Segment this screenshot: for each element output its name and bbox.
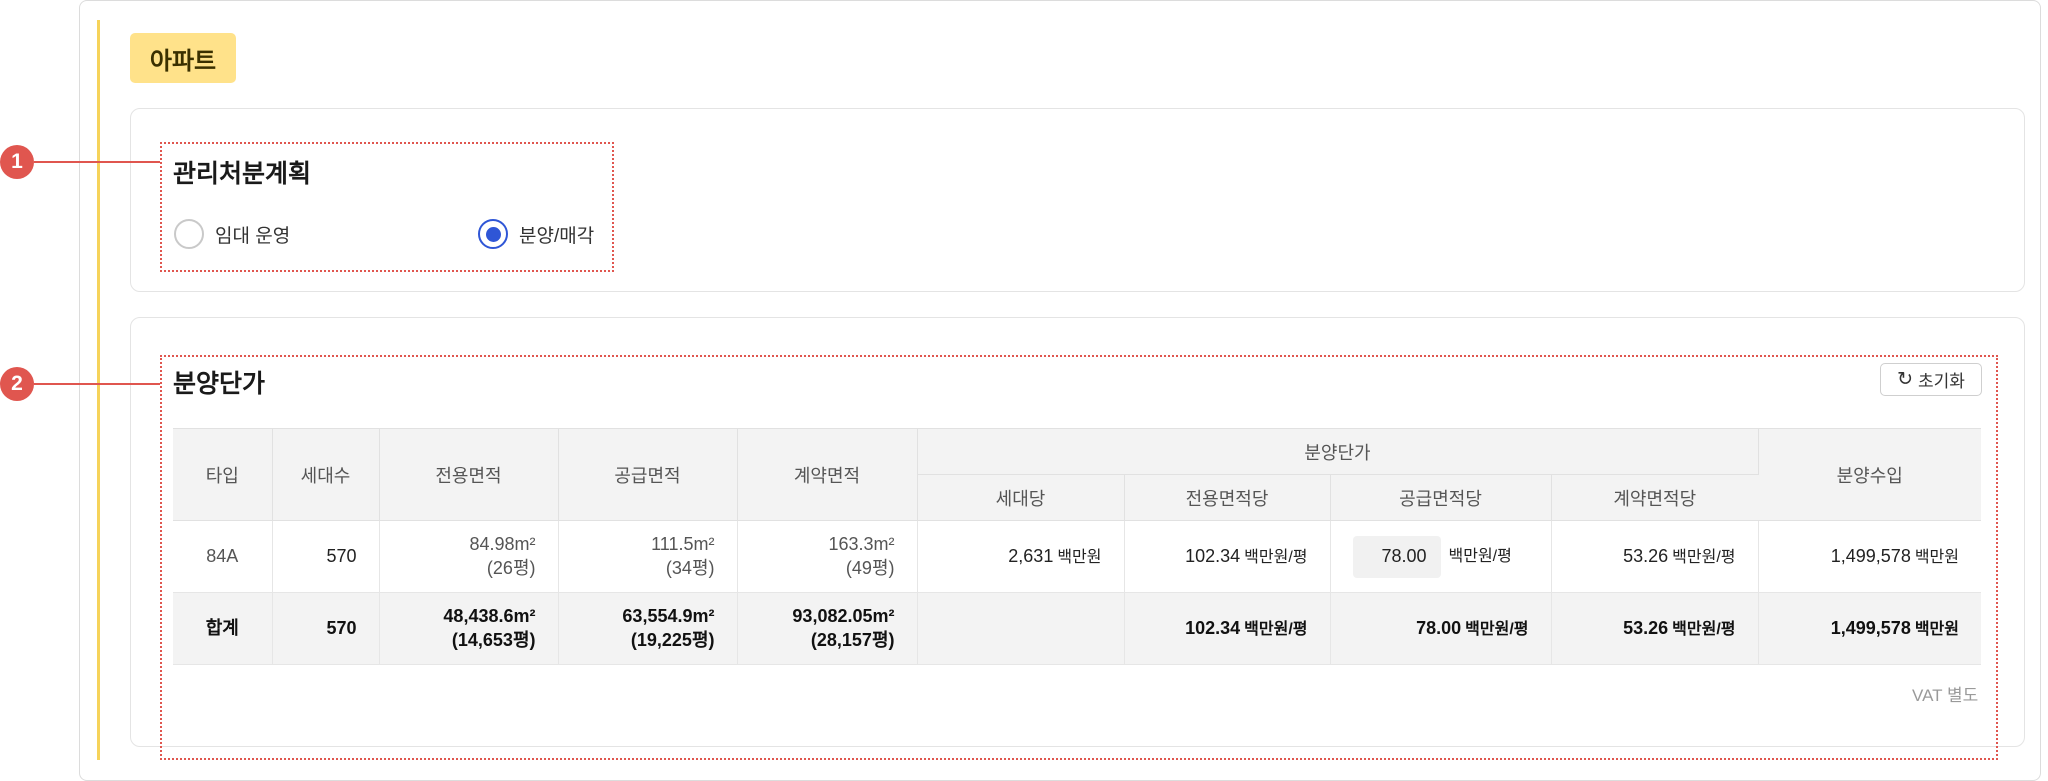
supply-area-pyeong: (34평) (665, 557, 715, 578)
header-supply-area: 공급면적 (558, 428, 738, 521)
exclusive-area-pyeong: (26평) (486, 557, 536, 578)
cell-exclusive-area: 84.98m² (26평) (379, 520, 559, 593)
total-row: 합계 570 48,438.6m² (14,653평) 63,554.9m² (… (173, 592, 1981, 665)
radio-sale-circle[interactable] (478, 219, 508, 249)
total-label: 합계 (173, 592, 273, 665)
exclusive-area-m2: 84.98m² (469, 534, 536, 555)
total-supply-area: 63,554.9m² (19,225평) (558, 592, 738, 665)
header-per-household: 세대당 (917, 474, 1125, 521)
per-contract-value: 53.26 (1623, 545, 1669, 566)
total-exclusive-pyeong: (14,653평) (451, 629, 536, 650)
total-contract-pyeong: (28,157평) (810, 629, 895, 650)
per-exclusive-value: 102.34 (1185, 545, 1241, 566)
cell-supply-area: 111.5m² (34평) (558, 520, 738, 593)
plan-title: 관리처분계획 (173, 160, 312, 188)
header-per-supply: 공급면적당 (1330, 474, 1552, 521)
total-per-exclusive: 102.34 백만원/평 (1124, 592, 1331, 665)
annotation-line-2 (34, 383, 160, 385)
total-per-exclusive-value: 102.34 (1185, 617, 1241, 638)
total-revenue-value: 1,499,578 (1830, 617, 1911, 638)
category-tag: 아파트 (130, 33, 236, 83)
total-per-supply-unit: 백만원/평 (1465, 620, 1529, 638)
total-revenue: 1,499,578 백만원 (1758, 592, 1981, 665)
total-supply-m2: 63,554.9m² (622, 606, 715, 627)
total-per-contract: 53.26 백만원/평 (1551, 592, 1759, 665)
total-per-supply: 78.00 백만원/평 (1330, 592, 1552, 665)
header-households: 세대수 (272, 428, 380, 521)
header-revenue: 분양수입 (1758, 428, 1981, 521)
cell-households: 570 (272, 520, 380, 593)
cell-contract-area: 163.3m² (49평) (737, 520, 918, 593)
header-per-exclusive: 전용면적당 (1124, 474, 1331, 521)
cell-per-household: 2,631 백만원 (917, 520, 1125, 593)
total-revenue-unit: 백만원 (1914, 620, 1959, 638)
radio-sale[interactable]: 분양/매각 (478, 219, 594, 249)
annotation-line-1 (34, 161, 160, 163)
cell-per-exclusive: 102.34 백만원/평 (1124, 520, 1331, 593)
radio-rent-circle[interactable] (174, 219, 204, 249)
per-supply-unit: 백만원/평 (1448, 548, 1512, 566)
cell-per-supply: 백만원/평 (1330, 520, 1552, 593)
header-type: 타입 (173, 428, 273, 521)
reset-label: 초기화 (1918, 372, 1965, 391)
table-row: 84A 570 84.98m² (26평) 111.5m² (34평) 163.… (173, 520, 1981, 593)
total-per-supply-value: 78.00 (1416, 617, 1462, 638)
pricing-title: 분양단가 (173, 370, 266, 398)
total-exclusive-area: 48,438.6m² (14,653평) (379, 592, 559, 665)
total-per-household (917, 592, 1125, 665)
header-exclusive-area: 전용면적 (379, 428, 559, 521)
annotation-marker-2: 2 (0, 367, 34, 401)
total-per-contract-value: 53.26 (1623, 617, 1669, 638)
revenue-value: 1,499,578 (1830, 545, 1911, 566)
total-households: 570 (272, 592, 380, 665)
cell-per-contract: 53.26 백만원/평 (1551, 520, 1759, 593)
refresh-icon: ↻ (1897, 369, 1913, 390)
total-exclusive-m2: 48,438.6m² (443, 606, 536, 627)
total-per-exclusive-unit: 백만원/평 (1244, 620, 1308, 638)
cell-type: 84A (173, 520, 273, 593)
total-contract-area: 93,082.05m² (28,157평) (737, 592, 918, 665)
radio-sale-label: 분양/매각 (519, 225, 595, 247)
header-contract-area: 계약면적 (737, 428, 918, 521)
header-unit-price-group: 분양단가 (917, 428, 1759, 475)
contract-area-m2: 163.3m² (828, 534, 895, 555)
cell-revenue: 1,499,578 백만원 (1758, 520, 1981, 593)
vat-note: VAT 별도 (1912, 686, 1979, 705)
annotation-marker-1: 1 (0, 145, 34, 179)
radio-rent-operation[interactable]: 임대 운영 (174, 219, 290, 249)
supply-price-input[interactable] (1352, 535, 1441, 578)
per-household-unit: 백만원 (1057, 548, 1102, 566)
total-per-contract-unit: 백만원/평 (1672, 620, 1736, 638)
radio-rent-label: 임대 운영 (215, 225, 291, 247)
reset-button[interactable]: ↻ 초기화 (1880, 363, 1982, 396)
revenue-unit: 백만원 (1914, 548, 1959, 566)
total-supply-pyeong: (19,225평) (630, 629, 715, 650)
accent-line (97, 20, 100, 760)
total-contract-m2: 93,082.05m² (792, 606, 895, 627)
pricing-table: 타입 세대수 전용면적 공급면적 계약면적 분양단가 분양수입 세대당 전용면적… (173, 428, 1981, 665)
contract-area-pyeong: (49평) (845, 557, 895, 578)
per-exclusive-unit: 백만원/평 (1244, 548, 1308, 566)
per-household-value: 2,631 (1008, 545, 1054, 566)
per-contract-unit: 백만원/평 (1672, 548, 1736, 566)
header-per-contract: 계약면적당 (1551, 474, 1758, 521)
supply-area-m2: 111.5m² (651, 534, 715, 555)
